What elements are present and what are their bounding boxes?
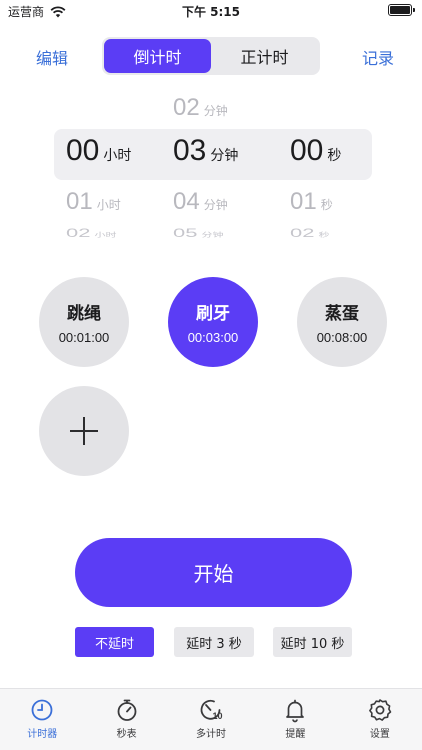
tab-stopwatch[interactable]: 秒表 bbox=[84, 689, 168, 750]
status-time: 下午 5:15 bbox=[181, 5, 241, 19]
minutes-prev-value: 02 bbox=[173, 94, 200, 121]
tab-label: 多计时 bbox=[196, 729, 227, 740]
svg-text:10: 10 bbox=[213, 711, 223, 721]
tab-reminder[interactable]: 提醒 bbox=[253, 689, 337, 750]
seconds-next2-unit: 秒 bbox=[318, 231, 330, 239]
preset-time: 00:03:00 bbox=[187, 330, 239, 345]
tab-countdown[interactable]: 倒计时 bbox=[104, 39, 211, 73]
gear-icon bbox=[368, 699, 392, 721]
record-button[interactable]: 记录 bbox=[362, 45, 394, 69]
minutes-prev-unit: 分钟 bbox=[203, 104, 228, 118]
hours-selected: 00 小时 bbox=[66, 134, 131, 168]
seconds-next: 01 秒 bbox=[290, 188, 333, 216]
minutes-next-value: 04 bbox=[173, 188, 200, 215]
stopwatch-icon bbox=[117, 699, 137, 721]
tab-label: 计时器 bbox=[27, 729, 58, 740]
multi-timer-icon: 10 bbox=[200, 699, 223, 721]
bottom-tab-bar: 计时器 秒表 10 多计时 提醒 设置 bbox=[0, 688, 422, 750]
tab-label: 设置 bbox=[369, 729, 390, 740]
preset-steamed-egg[interactable]: 蒸蛋 00:08:00 bbox=[297, 277, 387, 367]
hours-next-value: 01 bbox=[66, 188, 93, 215]
tab-settings[interactable]: 设置 bbox=[338, 689, 422, 750]
tab-countup[interactable]: 正计时 bbox=[211, 39, 318, 73]
preset-brush-teeth[interactable]: 刷牙 00:03:00 bbox=[168, 277, 258, 367]
timer-icon bbox=[31, 699, 53, 721]
hours-selected-value: 00 bbox=[66, 134, 100, 167]
minutes-next2-value: 05 bbox=[173, 226, 198, 240]
battery-icon bbox=[388, 4, 415, 16]
seconds-next2: 02 秒 bbox=[290, 226, 329, 240]
minutes-selected-value: 03 bbox=[173, 134, 207, 167]
minutes-prev: 02 分钟 bbox=[173, 94, 228, 122]
minutes-selected: 03 分钟 bbox=[173, 134, 238, 168]
status-bar: 运营商 下午 5:15 bbox=[0, 0, 422, 22]
tab-timer[interactable]: 计时器 bbox=[0, 689, 84, 750]
delay-none-button[interactable]: 不延时 bbox=[75, 627, 154, 657]
seconds-next2-value: 02 bbox=[290, 226, 315, 240]
hours-next2-unit: 小时 bbox=[94, 231, 117, 239]
seconds-selected: 00 秒 bbox=[290, 134, 341, 168]
delay-10s-button[interactable]: 延时 10 秒 bbox=[273, 627, 352, 657]
preset-name: 跳绳 bbox=[67, 304, 101, 324]
minutes-next2: 05 分钟 bbox=[173, 226, 223, 240]
hours-next-unit: 小时 bbox=[96, 198, 121, 212]
tab-label: 提醒 bbox=[285, 729, 306, 740]
minutes-next-unit: 分钟 bbox=[203, 198, 228, 212]
mode-segmented-control: 倒计时 正计时 bbox=[102, 37, 320, 75]
tab-multi-timer[interactable]: 10 多计时 bbox=[169, 689, 253, 750]
minutes-unit: 分钟 bbox=[210, 148, 239, 164]
start-button[interactable]: 开始 bbox=[75, 538, 352, 607]
seconds-next-unit: 秒 bbox=[320, 198, 333, 212]
preset-name: 蒸蛋 bbox=[325, 304, 359, 324]
bell-icon bbox=[286, 699, 305, 723]
preset-time: 00:08:00 bbox=[316, 330, 368, 345]
seconds-unit: 秒 bbox=[327, 148, 342, 164]
preset-jump-rope[interactable]: 跳绳 00:01:00 bbox=[39, 277, 129, 367]
hours-unit: 小时 bbox=[103, 148, 132, 164]
hours-next: 01 小时 bbox=[66, 188, 121, 216]
hours-next2-value: 02 bbox=[66, 226, 91, 240]
seconds-selected-value: 00 bbox=[290, 134, 324, 167]
seconds-next-value: 01 bbox=[290, 188, 317, 215]
delay-3s-button[interactable]: 延时 3 秒 bbox=[174, 627, 254, 657]
edit-button[interactable]: 编辑 bbox=[36, 45, 68, 69]
add-preset-button[interactable] bbox=[39, 386, 129, 476]
hours-next2: 02 小时 bbox=[66, 226, 116, 240]
preset-time: 00:01:00 bbox=[58, 330, 110, 345]
preset-name: 刷牙 bbox=[196, 304, 230, 324]
minutes-next2-unit: 分钟 bbox=[201, 231, 224, 239]
minutes-next: 04 分钟 bbox=[173, 188, 228, 216]
tab-label: 秒表 bbox=[116, 729, 137, 740]
